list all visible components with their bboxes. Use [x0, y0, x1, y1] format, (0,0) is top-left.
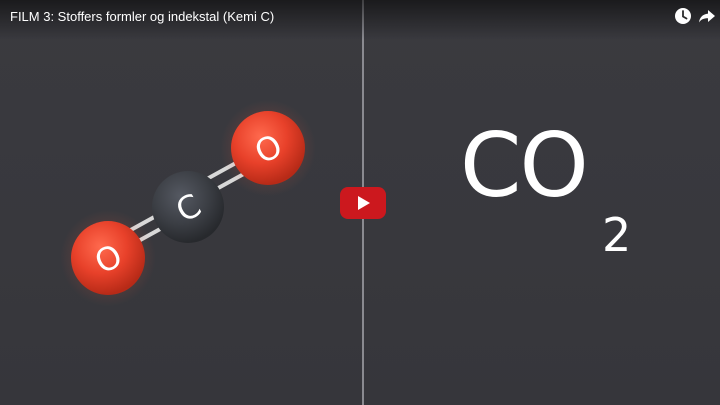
- player-top-bar: FILM 3: Stoffers formler og indekstal (K…: [0, 0, 720, 40]
- oxygen-atom-left: O: [60, 210, 156, 306]
- watch-later-icon[interactable]: [673, 6, 693, 26]
- share-icon[interactable]: [697, 6, 717, 26]
- oxygen-atom-right: O: [220, 100, 316, 196]
- carbon-atom: C: [152, 171, 224, 243]
- video-title[interactable]: FILM 3: Stoffers formler og indekstal (K…: [10, 9, 274, 24]
- formula-subscript: 2: [602, 208, 632, 262]
- video-player[interactable]: FILM 3: Stoffers formler og indekstal (K…: [0, 0, 720, 405]
- chemical-formula: CO: [460, 114, 589, 217]
- play-button[interactable]: [340, 187, 386, 219]
- co2-molecule-model: O C O: [60, 100, 316, 306]
